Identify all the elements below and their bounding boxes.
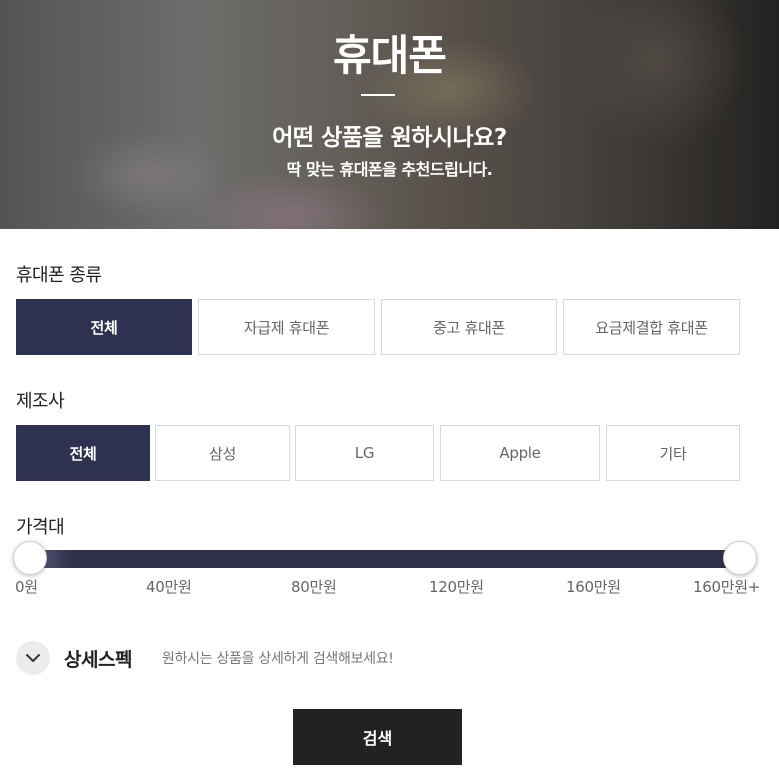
detail-toggle-button[interactable] [16,641,50,675]
phone-type-option-all[interactable]: 전체 [16,299,192,355]
phone-type-option-unlocked[interactable]: 자급제 휴대폰 [198,299,375,355]
hero-banner: 휴대폰 어떤 상품을 원하시나요? 딱 맞는 휴대폰을 추천드립니다. [0,0,779,229]
phone-type-option-plan-bundle[interactable]: 요금제결합 휴대폰 [563,299,740,355]
price-title: 가격대 [16,517,65,538]
price-tick: 40만원 [146,578,192,596]
detail-spec-description: 원하시는 상품을 상세하게 검색해보세요! [162,651,394,667]
price-tick: 120만원 [429,578,484,596]
manufacturer-option-lg[interactable]: LG [295,425,434,481]
chevron-down-icon [26,654,40,662]
hero-description: 딱 맞는 휴대폰을 추천드립니다. [286,160,493,179]
manufacturer-option-apple[interactable]: Apple [440,425,600,481]
detail-spec-title: 상세스펙 [64,649,132,671]
price-tick: 160만원 [566,578,621,596]
price-slider-min-handle[interactable] [13,541,47,575]
price-tick: 160만원+ [693,578,760,596]
manufacturer-option-other[interactable]: 기타 [606,425,740,481]
phone-type-title: 휴대폰 종류 [16,265,102,286]
page-title: 휴대폰 [333,31,447,80]
hero-divider [361,94,395,96]
price-tick: 80만원 [291,578,337,596]
price-slider-max-handle[interactable] [723,541,757,575]
manufacturer-option-samsung[interactable]: 삼성 [155,425,290,481]
price-slider-track[interactable] [30,550,740,568]
manufacturer-title: 제조사 [16,391,65,412]
hero-subtitle: 어떤 상품을 원하시나요? [272,125,507,151]
manufacturer-option-all[interactable]: 전체 [16,425,150,481]
phone-type-option-used[interactable]: 중고 휴대폰 [381,299,557,355]
search-button[interactable]: 검색 [293,709,462,765]
price-tick: 0원 [15,578,38,596]
